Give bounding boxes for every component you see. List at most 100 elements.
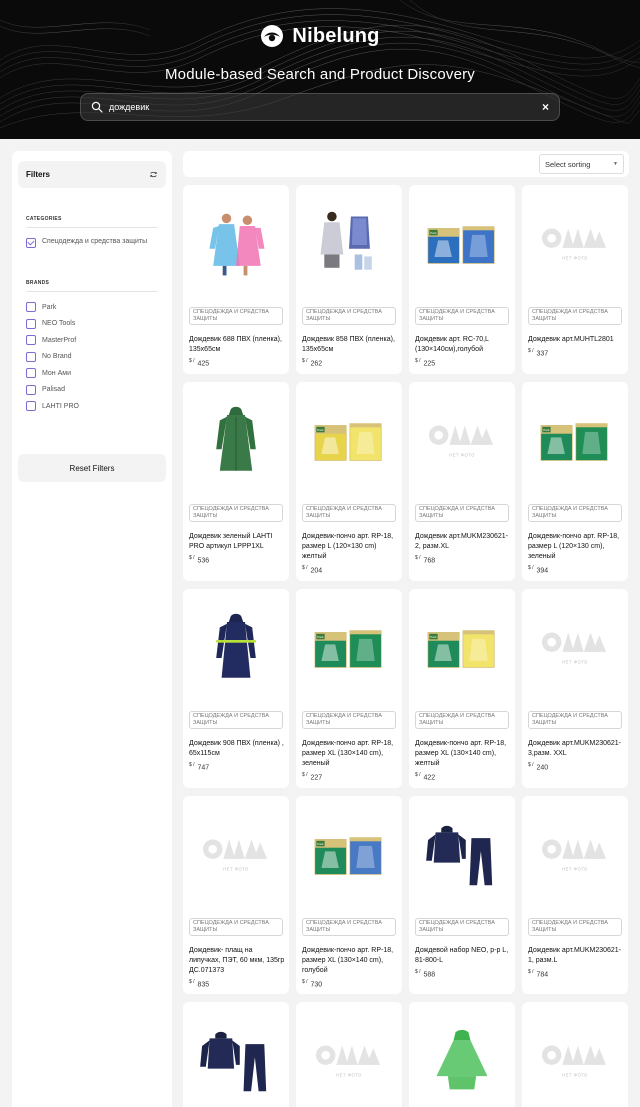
product-image[interactable]: Park	[296, 589, 402, 709]
category-label: Спецодежда и средства защиты	[42, 238, 148, 245]
product-name[interactable]: Дождевик-пончо арт. RP-18, размер XL (13…	[302, 946, 398, 976]
no-photo-placeholder[interactable]: НЕТ ФОТО	[409, 382, 515, 502]
brand-label: Мон Ами	[42, 369, 72, 377]
category-checkbox[interactable]	[26, 238, 36, 248]
product-card[interactable]: Park СПЕЦОДЕЖДА И СРЕДСТВА ЗАЩИТЫ Дождеви…	[522, 382, 628, 581]
product-card[interactable]: СПЕЦОДЕЖДА И СРЕДСТВА ЗАЩИТЫ Дождевик 688…	[183, 185, 289, 374]
product-image[interactable]: Park	[522, 382, 628, 502]
product-name[interactable]: Дождевик 858 ПВХ (пленка), 135х65см	[302, 335, 398, 355]
category-badge: СПЕЦОДЕЖДА И СРЕДСТВА ЗАЩИТЫ	[189, 918, 283, 936]
brand-checkbox[interactable]	[26, 335, 36, 346]
product-card[interactable]: НЕТ ФОТО СПЕЦОДЕЖДА И СРЕДСТВА ЗАЩИТЫ Дож…	[522, 796, 628, 994]
brand-item-masterprof[interactable]: MasterProf	[26, 332, 158, 349]
product-card[interactable]: Park СПЕЦОДЕЖДА И СРЕДСТВА ЗАЩИТЫ Дождеви…	[409, 185, 515, 374]
no-photo-placeholder[interactable]: НЕТ ФОТО	[522, 796, 628, 916]
product-image[interactable]	[409, 796, 515, 916]
product-card[interactable]: НЕТ ФОТО СПЕЦОДЕЖДА И СРЕДСТВА ЗАЩИТЫ Дож…	[183, 796, 289, 994]
brand-item-lahti-pro[interactable]: LAHTI PRO	[26, 398, 158, 415]
brand-logo[interactable]: Nibelung	[0, 24, 640, 48]
category-badge: СПЕЦОДЕЖДА И СРЕДСТВА ЗАЩИТЫ	[189, 711, 283, 729]
search-input[interactable]	[109, 102, 542, 112]
product-image[interactable]	[183, 589, 289, 709]
product-name[interactable]: Дождевик арт.MUHTL2801	[528, 335, 624, 345]
category-badge: СПЕЦОДЕЖДА И СРЕДСТВА ЗАЩИТЫ	[415, 918, 509, 936]
no-photo-placeholder[interactable]: НЕТ ФОТО	[296, 1002, 402, 1107]
brand-item-neo-tools[interactable]: NEO Tools	[26, 316, 158, 333]
category-item[interactable]: Спецодежда и средства защиты	[26, 237, 158, 248]
product-card[interactable]: НЕТ ФОТО	[522, 1002, 628, 1107]
product-card[interactable]: Park СПЕЦОДЕЖДА И СРЕДСТВА ЗАЩИТЫ Дождеви…	[296, 796, 402, 994]
clear-search-icon[interactable]: ×	[542, 101, 549, 113]
product-name[interactable]: Дождевик-пончо арт. RP-18, размер L (120…	[528, 532, 624, 562]
product-card[interactable]	[183, 1002, 289, 1107]
product-name[interactable]: Дождевик-пончо арт. RP-18, размер L (120…	[302, 532, 398, 562]
product-image[interactable]: Park	[296, 796, 402, 916]
currency-symbol: $ /	[415, 772, 421, 778]
product-card[interactable]: Park СПЕЦОДЕЖДА И СРЕДСТВА ЗАЩИТЫ Дождеви…	[296, 382, 402, 581]
brand-label: MasterProf	[42, 336, 77, 344]
product-name[interactable]: Дождевик-пончо арт. RP-18, размер XL (13…	[302, 739, 398, 769]
product-name[interactable]: Дождевик-пончо арт. RP-18, размер XL (13…	[415, 739, 511, 769]
refresh-icon[interactable]	[149, 170, 158, 179]
divider	[26, 291, 158, 292]
product-name[interactable]: Дождевик 688 ПВХ (пленка), 135х65см	[189, 335, 285, 355]
product-name[interactable]: Дождевик арт.MUKM230621-3,разм. XXL	[528, 739, 624, 759]
brand-checkbox[interactable]	[26, 302, 36, 313]
product-card[interactable]: Park СПЕЦОДЕЖДА И СРЕДСТВА ЗАЩИТЫ Дождеви…	[409, 589, 515, 788]
product-card[interactable]	[409, 1002, 515, 1107]
product-card[interactable]: СПЕЦОДЕЖДА И СРЕДСТВА ЗАЩИТЫ Дождевик зел…	[183, 382, 289, 581]
brand-item-mon-ami[interactable]: Мон Ами	[26, 365, 158, 382]
brand-checkbox[interactable]	[26, 368, 36, 379]
product-card[interactable]: Park СПЕЦОДЕЖДА И СРЕДСТВА ЗАЩИТЫ Дождеви…	[296, 589, 402, 788]
currency-symbol: $ /	[528, 969, 534, 975]
brand-checkbox[interactable]	[26, 384, 36, 395]
currency-symbol: $ /	[528, 565, 534, 571]
product-price: $ / 730	[302, 979, 322, 988]
reset-filters-button[interactable]: Reset Filters	[18, 454, 166, 482]
product-image[interactable]	[183, 185, 289, 305]
brand-checkbox[interactable]	[26, 318, 36, 329]
product-card[interactable]: СПЕЦОДЕЖДА И СРЕДСТВА ЗАЩИТЫ Дождевой наб…	[409, 796, 515, 994]
no-photo-placeholder[interactable]: НЕТ ФОТО	[522, 589, 628, 709]
product-image[interactable]	[409, 1002, 515, 1107]
product-image[interactable]	[296, 185, 402, 305]
category-badge: СПЕЦОДЕЖДА И СРЕДСТВА ЗАЩИТЫ	[415, 307, 509, 325]
product-image[interactable]: Park	[409, 589, 515, 709]
product-card[interactable]: СПЕЦОДЕЖДА И СРЕДСТВА ЗАЩИТЫ Дождевик 908…	[183, 589, 289, 788]
brand-checkbox[interactable]	[26, 401, 36, 412]
brand-item-park[interactable]: Park	[26, 299, 158, 316]
price-value: 204	[308, 567, 323, 575]
brand-checkbox[interactable]	[26, 351, 36, 362]
category-badge: СПЕЦОДЕЖДА И СРЕДСТВА ЗАЩИТЫ	[528, 918, 622, 936]
product-name[interactable]: Дождевик- плащ на липучках, ПЭТ, 60 мкм,…	[189, 946, 285, 976]
product-name[interactable]: Дождевой набор NEO, р-р L, 81-800-L	[415, 946, 511, 966]
brand-item-no-brand[interactable]: No Brand	[26, 349, 158, 366]
currency-symbol: $ /	[302, 358, 308, 364]
no-photo-placeholder[interactable]: НЕТ ФОТО	[183, 796, 289, 916]
price-value: 425	[195, 360, 210, 368]
product-card[interactable]: НЕТ ФОТО СПЕЦОДЕЖДА И СРЕДСТВА ЗАЩИТЫ Дож…	[522, 589, 628, 788]
price-value: 835	[195, 981, 210, 989]
product-card[interactable]: СПЕЦОДЕЖДА И СРЕДСТВА ЗАЩИТЫ Дождевик 858…	[296, 185, 402, 374]
product-image[interactable]: Park	[296, 382, 402, 502]
brand-item-palisad[interactable]: Palisad	[26, 382, 158, 399]
product-name[interactable]: Дождевик арт.MUKM230621-2, разм.XL	[415, 532, 511, 552]
product-price: $ / 262	[302, 358, 322, 367]
no-photo-placeholder[interactable]: НЕТ ФОТО	[522, 185, 628, 305]
brand-label: Palisad	[42, 386, 65, 394]
product-name[interactable]: Дождевик зеленый LAHTI PRO артикул LPPP1…	[189, 532, 285, 552]
sort-select[interactable]: Select sorting ▼	[539, 154, 624, 174]
product-name[interactable]: Дождевик 908 ПВХ (пленка) , 65х115см	[189, 739, 285, 759]
category-badge: СПЕЦОДЕЖДА И СРЕДСТВА ЗАЩИТЫ	[528, 504, 622, 522]
product-card[interactable]: НЕТ ФОТО СПЕЦОДЕЖДА И СРЕДСТВА ЗАЩИТЫ Дож…	[522, 185, 628, 374]
product-name[interactable]: Дождевик арт. RC-70,L (130×140см),голубо…	[415, 335, 511, 355]
product-image[interactable]	[183, 1002, 289, 1107]
product-image[interactable]: Park	[409, 185, 515, 305]
svg-text:НЕТ ФОТО: НЕТ ФОТО	[223, 867, 249, 872]
svg-text:Park: Park	[317, 428, 324, 432]
product-card[interactable]: НЕТ ФОТО	[296, 1002, 402, 1107]
no-photo-placeholder[interactable]: НЕТ ФОТО	[522, 1002, 628, 1107]
product-card[interactable]: НЕТ ФОТО СПЕЦОДЕЖДА И СРЕДСТВА ЗАЩИТЫ Дож…	[409, 382, 515, 581]
product-name[interactable]: Дождевик арт.MUKM230621-1, разм.L	[528, 946, 624, 966]
product-image[interactable]	[183, 382, 289, 502]
